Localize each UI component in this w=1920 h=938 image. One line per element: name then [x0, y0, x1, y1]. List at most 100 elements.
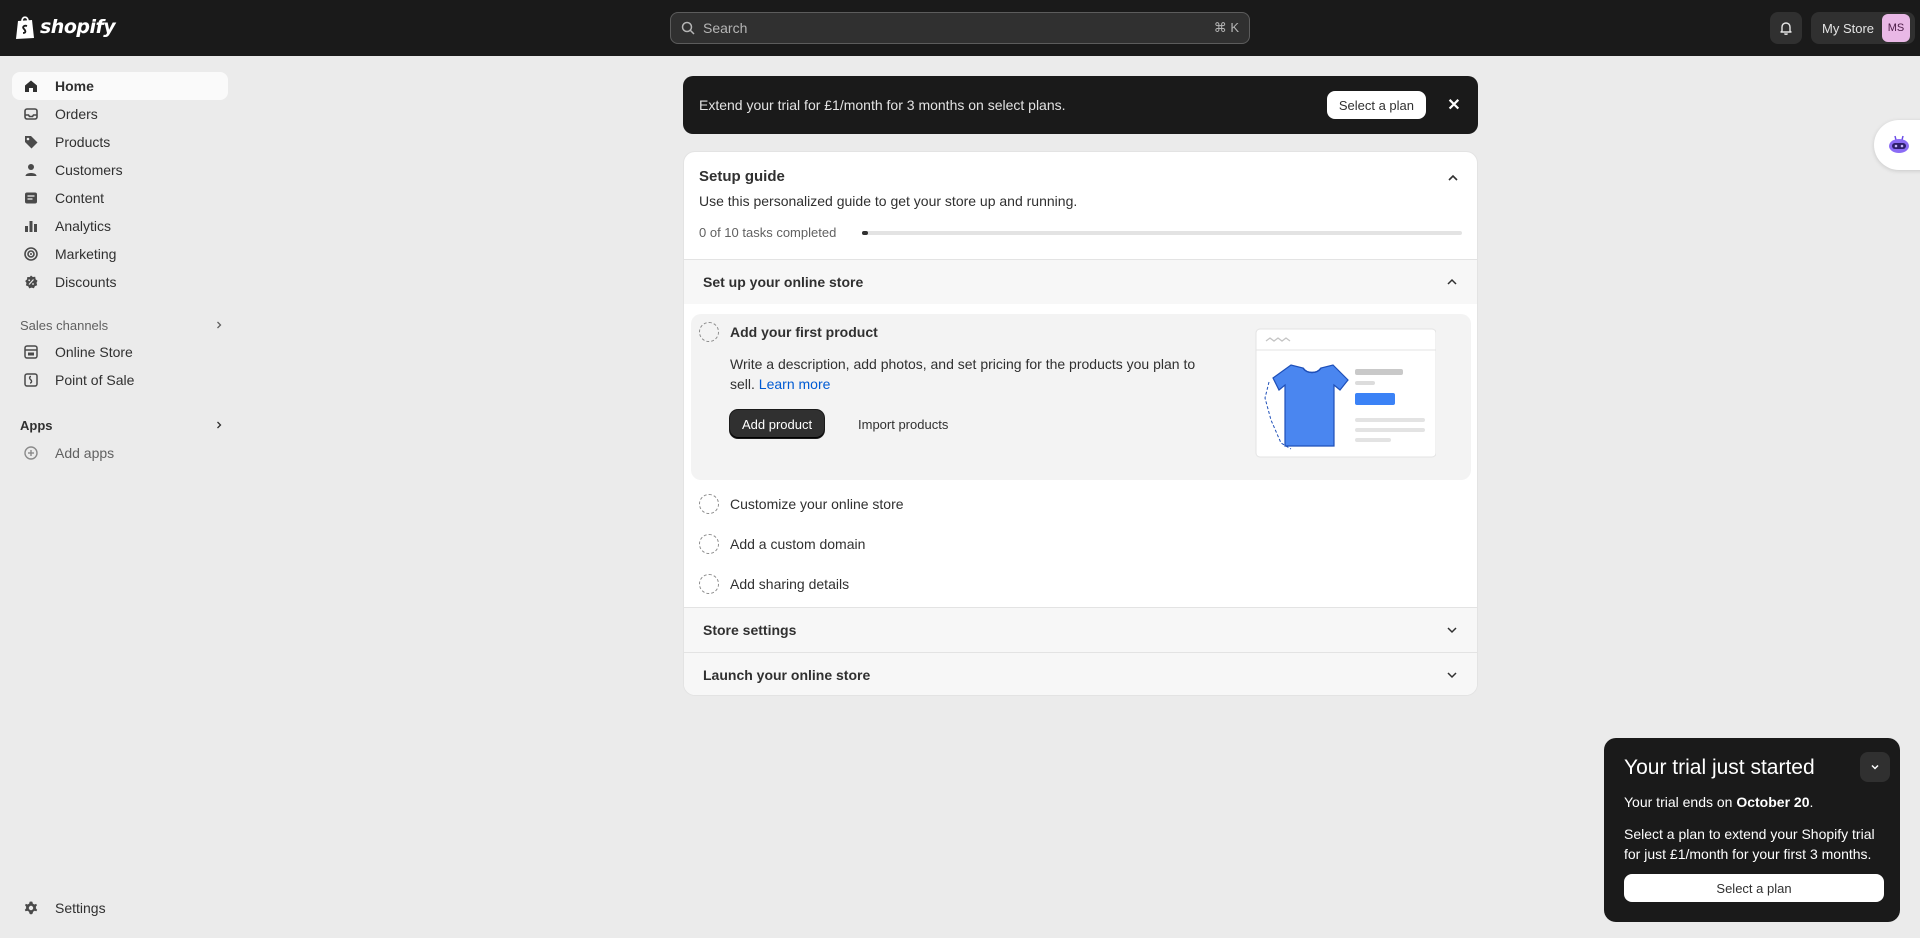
section-launch-online-store[interactable]: Launch your online store: [684, 652, 1477, 695]
tag-icon: [22, 133, 40, 151]
sidebar-item-label: Products: [55, 134, 111, 150]
incomplete-circle-icon[interactable]: [699, 574, 719, 594]
sidebar-item-marketing[interactable]: Marketing: [12, 240, 228, 268]
apps-header[interactable]: Apps: [20, 415, 224, 435]
sidebar-item-label: Orders: [55, 106, 98, 122]
sidebar-item-label: Marketing: [55, 246, 117, 262]
sidebar-item-orders[interactable]: Orders: [12, 100, 228, 128]
plus-circle-icon: [22, 444, 40, 462]
target-icon: [22, 245, 40, 263]
sidebar-item-label: Settings: [55, 900, 106, 916]
chevron-up-icon[interactable]: [1445, 170, 1461, 186]
sidebar-item-content[interactable]: Content: [12, 184, 228, 212]
store-menu-button[interactable]: My Store MS: [1811, 12, 1915, 44]
sidebar-item-analytics[interactable]: Analytics: [12, 212, 228, 240]
section-title: Store settings: [703, 622, 797, 638]
progress-text: 0 of 10 tasks completed: [699, 225, 837, 240]
task-custom-domain[interactable]: Add a custom domain: [730, 536, 865, 552]
section-set-up-online-store[interactable]: Set up your online store: [684, 259, 1477, 304]
close-icon[interactable]: ✕: [1446, 95, 1462, 115]
sidebar-item-home[interactable]: Home: [12, 72, 228, 100]
search-placeholder: Search: [703, 20, 748, 36]
setup-guide-card: Setup guide Use this personalized guide …: [683, 151, 1478, 696]
notifications-button[interactable]: [1770, 12, 1802, 44]
collapse-button[interactable]: [1860, 752, 1890, 782]
shopify-bag-icon: [16, 16, 34, 39]
banner-text: Extend your trial for £1/month for 3 mon…: [699, 97, 1066, 113]
sidebar-item-label: Content: [55, 190, 105, 206]
avatar: MS: [1882, 14, 1911, 42]
store-icon: [22, 343, 40, 361]
section-title: Launch your online store: [703, 667, 871, 683]
chevron-right-icon: [214, 318, 224, 333]
search-icon: [681, 21, 695, 35]
sidebar-item-label: Customers: [55, 162, 123, 178]
bell-icon: [1780, 22, 1792, 35]
robot-icon: [1889, 135, 1909, 153]
sidebar-item-label: Online Store: [55, 344, 133, 360]
sidebar-item-settings[interactable]: Settings: [12, 894, 228, 922]
task-add-first-product: Add your first product Write a descripti…: [691, 314, 1471, 480]
sidebar-item-discounts[interactable]: Discounts: [12, 268, 228, 296]
chevron-down-icon: [1447, 672, 1457, 679]
import-products-button[interactable]: Import products: [846, 410, 960, 438]
pos-icon: [22, 371, 40, 389]
bar-chart-icon: [22, 217, 40, 235]
task-sharing-details[interactable]: Add sharing details: [730, 576, 849, 592]
progress-fill: [862, 231, 868, 235]
apps-label: Apps: [20, 417, 53, 433]
task-customize-store[interactable]: Customize your online store: [730, 496, 904, 512]
sales-channels-header[interactable]: Sales channels: [20, 315, 224, 335]
person-icon: [22, 161, 40, 179]
trial-end-line: Your trial ends on October 20.: [1624, 792, 1880, 812]
search-shortcut: ⌘ K: [1213, 20, 1239, 35]
trial-banner: Extend your trial for £1/month for 3 mon…: [683, 76, 1478, 134]
select-plan-button[interactable]: Select a plan: [1326, 91, 1426, 119]
add-product-button[interactable]: Add product: [730, 410, 825, 438]
sidebar-item-label: Discounts: [55, 274, 117, 290]
trial-end-suffix: .: [1809, 794, 1814, 810]
sales-channels-label: Sales channels: [20, 317, 109, 333]
search-bar[interactable]: Search ⌘ K: [670, 12, 1250, 44]
chevron-down-icon: [1871, 764, 1879, 770]
inbox-icon: [22, 105, 40, 123]
sidebar-item-label: Point of Sale: [55, 372, 135, 388]
select-plan-button[interactable]: Select a plan: [1624, 874, 1884, 902]
sidebar-item-products[interactable]: Products: [12, 128, 228, 156]
discount-icon: [22, 273, 40, 291]
sidebar-item-label: Home: [55, 78, 94, 94]
incomplete-circle-icon[interactable]: [699, 494, 719, 514]
setup-guide-title: Setup guide: [699, 168, 785, 185]
task-title[interactable]: Add your first product: [730, 324, 878, 340]
section-store-settings[interactable]: Store settings: [684, 607, 1477, 652]
product-illustration: [1255, 328, 1436, 458]
task-description: Write a description, add photos, and set…: [730, 354, 1210, 394]
incomplete-circle-icon[interactable]: [699, 322, 719, 342]
sidebar: Home Orders Products Customers Content A…: [0, 56, 240, 938]
trial-body: Select a plan to extend your Shopify tri…: [1624, 826, 1875, 862]
trial-end-date: October 20: [1736, 794, 1810, 810]
trial-popup: Your trial just started Your trial ends …: [1604, 738, 1900, 922]
section-title: Set up your online store: [703, 274, 864, 290]
sidebar-item-customers[interactable]: Customers: [12, 156, 228, 184]
chevron-down-icon: [1447, 627, 1457, 634]
shopify-logo[interactable]: shopify: [14, 14, 116, 40]
store-name: My Store: [1822, 20, 1875, 36]
learn-more-link[interactable]: Learn more: [759, 376, 831, 392]
sidebar-item-label: Add apps: [55, 445, 115, 461]
sidebar-item-add-apps[interactable]: Add apps: [12, 439, 228, 467]
sidebar-item-label: Analytics: [55, 218, 112, 234]
home-icon: [22, 77, 40, 95]
assistant-bot-button[interactable]: [1874, 120, 1920, 170]
incomplete-circle-icon[interactable]: [699, 534, 719, 554]
trial-end-prefix: Your trial ends on: [1624, 794, 1737, 810]
logo-text: shopify: [40, 16, 116, 38]
sidebar-item-point-of-sale[interactable]: Point of Sale: [12, 366, 228, 394]
trial-title: Your trial just started: [1624, 756, 1815, 779]
top-bar: shopify Search ⌘ K My Store MS: [0, 0, 1920, 56]
document-icon: [22, 189, 40, 207]
chevron-up-icon: [1447, 278, 1457, 285]
gear-icon: [22, 899, 40, 917]
setup-guide-header: Setup guide Use this personalized guide …: [684, 152, 1477, 259]
sidebar-item-online-store[interactable]: Online Store: [12, 338, 228, 366]
